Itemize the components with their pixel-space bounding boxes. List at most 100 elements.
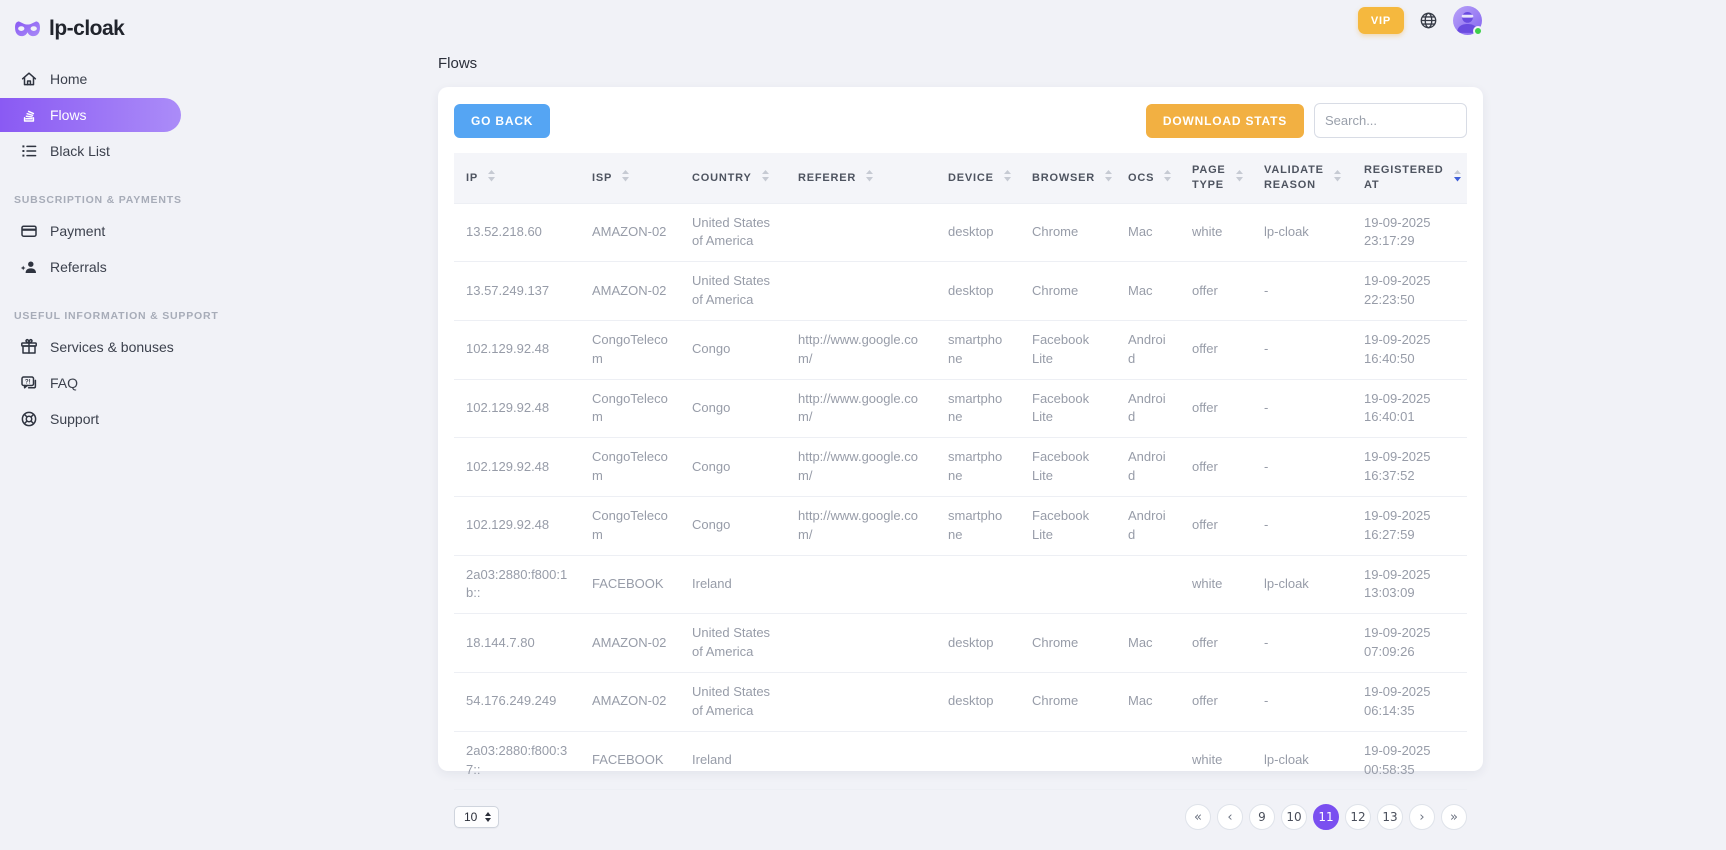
sort-icon[interactable] [1333,169,1342,187]
table-row[interactable]: 102.129.92.48CongoTelecomCongohttp://www… [454,379,1467,438]
cell-page_type: offer [1180,496,1252,555]
sort-icon[interactable] [1003,169,1012,187]
sort-icon[interactable] [487,169,496,187]
pagination-page-9[interactable]: 9 [1249,804,1275,830]
cell-referer: http://www.google.com/ [786,320,936,379]
pagination-next-button[interactable]: › [1409,804,1435,830]
sidebar-item-support[interactable]: Support [0,402,200,436]
cell-browser [1020,731,1116,790]
sort-icon[interactable] [1453,169,1462,187]
cell-device: smartphone [936,320,1020,379]
pagination-page-11[interactable]: 11 [1313,804,1339,830]
main-content: Flows GO BACK DOWNLOAD STATS IPISPCOUNTR… [438,55,1483,771]
column-header-page_type[interactable]: PAGE TYPE [1180,153,1252,203]
cell-validate_reason: - [1252,320,1352,379]
cell-browser: Chrome [1020,262,1116,321]
vip-button[interactable]: VIP [1358,7,1404,34]
sidebar-item-faq[interactable]: ?!FAQ [0,366,200,400]
cell-isp: CongoTelecom [580,320,680,379]
table-row[interactable]: 13.52.218.60AMAZON-02United States of Am… [454,203,1467,262]
column-header-validate_reason[interactable]: VALIDATE REASON [1252,153,1352,203]
sidebar-item-label: Support [50,411,99,427]
cell-referer: http://www.google.com/ [786,438,936,497]
table-row[interactable]: 102.129.92.48CongoTelecomCongohttp://www… [454,496,1467,555]
sort-icon[interactable] [621,169,630,187]
cell-country: Ireland [680,555,786,614]
cell-referer [786,262,936,321]
table-row[interactable]: 2a03:2880:f800:1b::FACEBOOKIrelandwhitel… [454,555,1467,614]
cell-referer [786,614,936,673]
cell-ip: 2a03:2880:f800:37:: [454,731,580,790]
cell-registered_at: 19-09-2025 00:58:35 [1352,731,1467,790]
pagination-page-12[interactable]: 12 [1345,804,1371,830]
sidebar-item-black-list[interactable]: Black List [0,134,200,168]
sort-icon[interactable] [1104,169,1113,187]
sidebar-section-label: USEFUL INFORMATION & SUPPORT [14,310,219,322]
cell-country: United States of America [680,614,786,673]
page-size-value: 10 [464,810,477,824]
table-row[interactable]: 13.57.249.137AMAZON-02United States of A… [454,262,1467,321]
cell-device [936,555,1020,614]
column-header-ip[interactable]: IP [454,153,580,203]
pagination-page-13[interactable]: 13 [1377,804,1403,830]
cell-ip: 2a03:2880:f800:1b:: [454,555,580,614]
cell-validate_reason: - [1252,379,1352,438]
cell-validate_reason: lp-cloak [1252,555,1352,614]
sidebar-item-home[interactable]: Home [0,62,200,96]
download-stats-button[interactable]: DOWNLOAD STATS [1146,104,1304,138]
cell-country: Congo [680,438,786,497]
search-input[interactable] [1314,103,1467,138]
sidebar-item-payment[interactable]: Payment [0,214,200,248]
cell-registered_at: 19-09-2025 22:23:50 [1352,262,1467,321]
sidebar-item-flows[interactable]: Flows [0,98,181,132]
pagination-prev-button[interactable]: ‹ [1217,804,1243,830]
sidebar: lp-cloak HomeFlowsBlack ListSUBSCRIPTION… [0,0,200,438]
sort-icon[interactable] [761,169,770,187]
user-avatar[interactable] [1453,6,1482,35]
pagination-last-button[interactable]: » [1441,804,1467,830]
cell-device: smartphone [936,438,1020,497]
column-header-isp[interactable]: ISP [580,153,680,203]
column-label: REGISTERED AT [1364,163,1444,192]
table-row[interactable]: 18.144.7.80AMAZON-02United States of Ame… [454,614,1467,673]
sidebar-item-referrals[interactable]: Referrals [0,250,200,284]
pagination-first-button[interactable]: « [1185,804,1211,830]
sort-icon[interactable] [865,169,874,187]
column-header-referer[interactable]: REFERER [786,153,936,203]
page-size-select[interactable]: 10 [454,806,499,828]
sidebar-item-services-bonuses[interactable]: Services & bonuses [0,330,200,364]
flows-table: IPISPCOUNTRYREFERERDEVICEBROWSEROCS PAGE … [454,153,1467,790]
column-header-registered_at[interactable]: REGISTERED AT [1352,153,1467,203]
cell-validate_reason: lp-cloak [1252,203,1352,262]
pagination-page-10[interactable]: 10 [1281,804,1307,830]
go-back-button[interactable]: GO BACK [454,104,550,138]
home-icon [20,70,38,88]
cell-isp: CongoTelecom [580,496,680,555]
sidebar-item-label: Home [50,71,87,87]
cell-page_type: offer [1180,320,1252,379]
sidebar-item-label: Payment [50,223,105,239]
cell-page_type: white [1180,731,1252,790]
table-row[interactable]: 102.129.92.48CongoTelecomCongohttp://www… [454,438,1467,497]
cell-isp: AMAZON-02 [580,262,680,321]
table-row[interactable]: 2a03:2880:f800:37::FACEBOOKIrelandwhitel… [454,731,1467,790]
column-header-country[interactable]: COUNTRY [680,153,786,203]
cell-ocs: Mac [1116,673,1180,732]
table-row[interactable]: 54.176.249.249AMAZON-02United States of … [454,673,1467,732]
table-row[interactable]: 102.129.92.48CongoTelecomCongohttp://www… [454,320,1467,379]
cell-ocs: Android [1116,438,1180,497]
sort-icon[interactable] [1235,169,1244,187]
column-header-device[interactable]: DEVICE [936,153,1020,203]
sort-icon[interactable] [1163,169,1172,187]
toolbar-right: DOWNLOAD STATS [1146,103,1467,138]
column-header-browser[interactable]: BROWSER [1020,153,1116,203]
column-label: PAGE TYPE [1192,163,1226,192]
column-header-ocs[interactable]: OCS [1116,153,1180,203]
cell-device: smartphone [936,379,1020,438]
brand[interactable]: lp-cloak [0,0,200,46]
cell-browser: Chrome [1020,614,1116,673]
flows-icon [20,106,38,124]
sidebar-item-label: Referrals [50,259,107,275]
language-globe-icon[interactable] [1419,11,1438,30]
sidebar-item-label: FAQ [50,375,78,391]
